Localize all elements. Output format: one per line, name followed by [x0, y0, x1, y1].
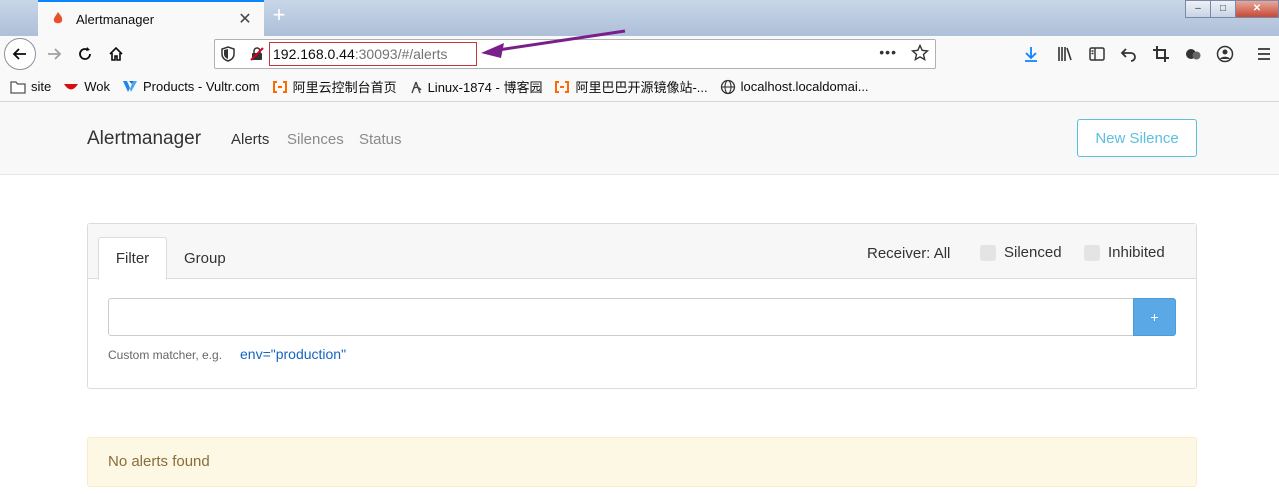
page-actions-menu-icon[interactable]: ••• [879, 44, 897, 60]
bookmark-aliyun-console[interactable]: 阿里云控制台首页 [272, 77, 397, 96]
account-icon [1216, 45, 1234, 63]
undo-icon [1120, 48, 1136, 62]
extension-icon [1186, 49, 1201, 60]
bookmark-label: site [31, 79, 52, 94]
filter-card: Filter Group Receiver: All Silenced Inhi… [87, 223, 1197, 389]
bookmark-vultr[interactable]: Products - Vultr.com [122, 79, 260, 94]
add-matcher-button[interactable]: + [1133, 298, 1176, 336]
wok-icon [63, 81, 79, 93]
forward-button[interactable] [40, 40, 68, 68]
library-button[interactable] [1056, 40, 1074, 68]
aliyun-icon [272, 80, 288, 93]
bookmark-localhost[interactable]: localhost.localdomai... [720, 79, 869, 95]
bookmark-label: Linux-1874 - 博客园 [427, 80, 543, 95]
tab-group[interactable]: Group [184, 250, 226, 267]
page-content: Alertmanager Alerts Silences Status New … [0, 102, 1279, 494]
new-silence-button[interactable]: New Silence [1077, 119, 1197, 157]
download-icon [1025, 47, 1037, 62]
maximize-button[interactable]: □ [1210, 0, 1236, 18]
url-host: 192.168.0.44 [273, 46, 355, 62]
close-window-button[interactable]: ✕ [1235, 0, 1279, 18]
browser-navbar: 192.168.0.44:30093/#/alerts ••• [0, 36, 1279, 72]
back-button[interactable] [4, 38, 36, 70]
bookmarks-toolbar: site Wok Products - Vultr.com 阿里云控制台首页 L… [0, 72, 1279, 102]
bookmark-star-icon[interactable] [910, 43, 930, 67]
browser-titlebar: Alertmanager ✕ + – □ ✕ [0, 0, 1279, 36]
sidebar-icon [1089, 47, 1105, 61]
bookmark-wok[interactable]: Wok [63, 79, 110, 94]
no-alerts-message: No alerts found [87, 437, 1197, 487]
back-arrow-icon [12, 48, 26, 60]
url-path: :30093/#/alerts [354, 46, 448, 62]
home-icon [109, 46, 123, 61]
bookmark-aliyun-mirror[interactable]: 阿里巴巴开源镜像站-... [554, 77, 708, 96]
cnblogs-icon [409, 80, 423, 94]
inhibited-checkbox[interactable] [1084, 244, 1100, 261]
bookmark-site[interactable]: site [10, 79, 51, 94]
nav-silences[interactable]: Silences [287, 131, 344, 148]
vultr-icon [122, 80, 138, 94]
sidebar-button[interactable] [1088, 40, 1106, 68]
alertmanager-favicon-icon [50, 11, 66, 27]
forward-arrow-icon [48, 48, 62, 60]
hamburger-menu-icon [1258, 48, 1270, 60]
window-controls: – □ ✕ [1185, 0, 1279, 18]
aliyun-icon [554, 80, 570, 93]
brand-logo[interactable]: Alertmanager [87, 128, 201, 150]
globe-icon [720, 79, 736, 95]
extension-button[interactable] [1184, 40, 1202, 68]
tab-close-icon[interactable]: ✕ [236, 9, 254, 29]
inhibited-toggle[interactable]: Inhibited [1084, 244, 1165, 261]
reload-button[interactable] [71, 40, 99, 68]
screenshot-button[interactable] [1152, 40, 1170, 68]
app-navbar: Alertmanager Alerts Silences Status New … [0, 102, 1279, 175]
bookmark-label: 阿里云控制台首页 [292, 80, 397, 95]
silenced-label: Silenced [1004, 244, 1062, 261]
folder-icon [10, 80, 26, 94]
download-button[interactable] [1022, 40, 1040, 68]
url-bar[interactable]: 192.168.0.44:30093/#/alerts ••• [214, 39, 936, 69]
silenced-checkbox[interactable] [980, 244, 996, 261]
new-tab-button[interactable]: + [268, 4, 290, 28]
menu-button[interactable] [1256, 40, 1272, 68]
tracking-shield-icon[interactable] [221, 46, 235, 67]
browser-tab-alertmanager[interactable]: Alertmanager ✕ [38, 0, 264, 36]
bookmark-label: Wok [84, 79, 110, 94]
receiver-dropdown[interactable]: Receiver: All [867, 245, 950, 262]
reload-icon [79, 47, 91, 60]
crop-icon [1153, 46, 1169, 62]
tab-title: Alertmanager [76, 11, 155, 27]
minimize-button[interactable]: – [1185, 0, 1211, 18]
undo-close-tab-button[interactable] [1120, 40, 1138, 68]
nav-status[interactable]: Status [359, 131, 402, 148]
home-button[interactable] [102, 40, 130, 68]
bookmark-label: localhost.localdomai... [740, 79, 869, 94]
insecure-lock-icon[interactable] [249, 46, 265, 67]
tab-filter[interactable]: Filter [98, 237, 167, 280]
matcher-example-link[interactable]: env="production" [240, 346, 346, 362]
matcher-input[interactable] [108, 298, 1134, 336]
matcher-hint: Custom matcher, e.g. [108, 348, 223, 362]
silenced-toggle[interactable]: Silenced [980, 244, 1062, 261]
filter-card-header: Filter Group Receiver: All Silenced Inhi… [88, 224, 1196, 280]
nav-alerts[interactable]: Alerts [231, 131, 269, 148]
url-text[interactable]: 192.168.0.44:30093/#/alerts [269, 42, 477, 66]
bookmark-cnblogs[interactable]: Linux-1874 - 博客园 [409, 77, 543, 96]
bookmark-label: Products - Vultr.com [143, 79, 260, 94]
bookmark-label: 阿里巴巴开源镜像站-... [575, 80, 708, 95]
library-icon [1058, 47, 1072, 61]
inhibited-label: Inhibited [1108, 244, 1165, 261]
account-button[interactable] [1216, 40, 1234, 68]
